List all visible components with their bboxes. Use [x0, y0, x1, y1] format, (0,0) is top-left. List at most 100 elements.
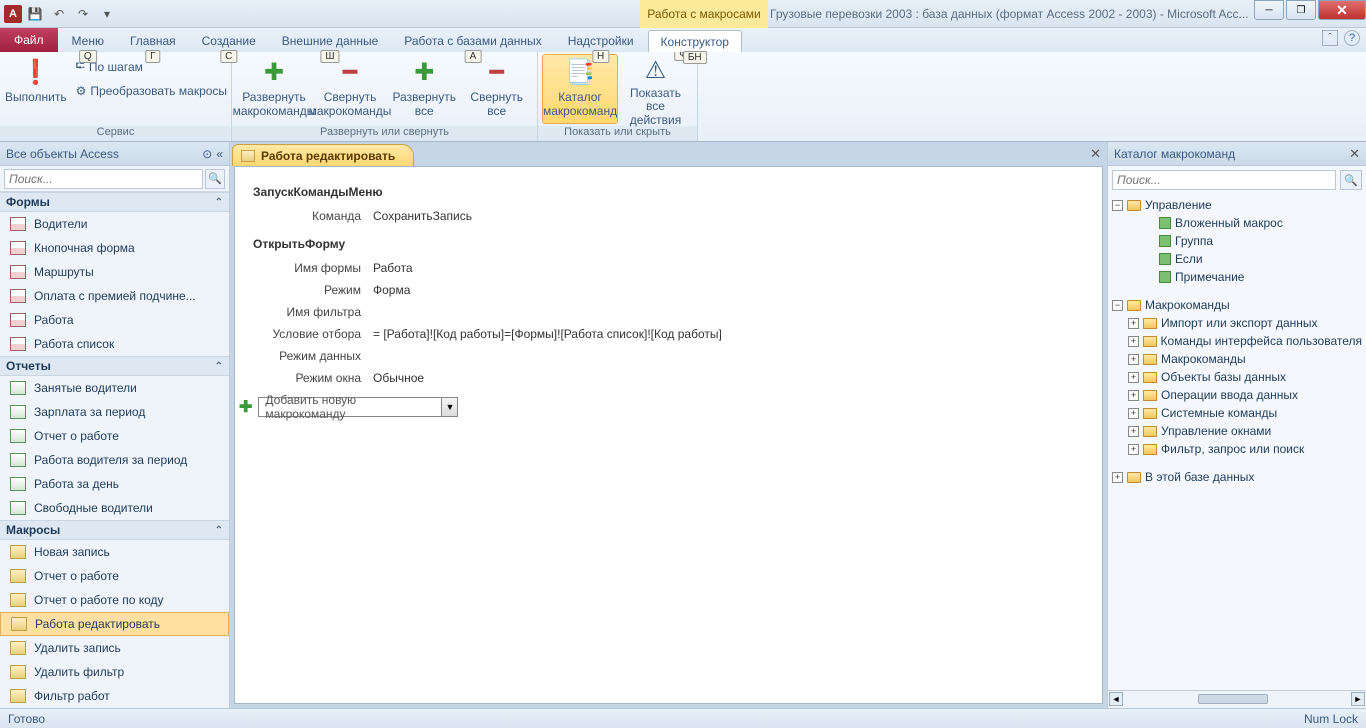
nav-group-header[interactable]: Макросы⌃ — [0, 520, 229, 540]
macro-param-row[interactable]: РежимФорма — [253, 279, 1084, 301]
tree-toggle-icon[interactable]: + — [1128, 354, 1139, 365]
nav-group-header[interactable]: Формы⌃ — [0, 192, 229, 212]
tree-subfolder[interactable]: +Системные команды — [1112, 404, 1362, 422]
expand-all-button[interactable]: ✚ Развернуть все — [388, 54, 461, 124]
add-action-placeholder: Добавить новую макрокоманду — [259, 393, 441, 421]
nav-item[interactable]: Зарплата за период — [0, 400, 229, 424]
tree-folder-macros[interactable]: −Макрокоманды — [1112, 296, 1362, 314]
tree-folder-control[interactable]: −Управление — [1112, 196, 1362, 214]
ribbon-tab[interactable]: НадстройкиН — [556, 30, 646, 52]
nav-item[interactable]: Кнопочная форма — [0, 236, 229, 260]
document-close-button[interactable]: ✕ — [1090, 146, 1101, 162]
nav-collapse-icon[interactable]: « — [216, 147, 223, 161]
dropdown-icon[interactable]: ▼ — [441, 398, 457, 416]
macro-param-row[interactable]: Имя фильтра — [253, 301, 1084, 323]
tree-subfolder[interactable]: +Операции ввода данных — [1112, 386, 1362, 404]
ribbon-tab[interactable]: МенюQ — [60, 30, 116, 52]
nav-item[interactable]: Маршруты — [0, 260, 229, 284]
run-button[interactable]: ❗ Выполнить — [4, 54, 68, 124]
collapse-actions-button[interactable]: ━ Свернуть макрокоманды — [312, 54, 388, 124]
scroll-right-icon[interactable]: ► — [1351, 692, 1365, 706]
close-button[interactable]: ✕ — [1318, 0, 1366, 20]
nav-item[interactable]: Фильтр работ — [0, 684, 229, 708]
nav-item[interactable]: Удалить запись — [0, 636, 229, 660]
macro-param-row[interactable]: Имя формыРабота — [253, 257, 1084, 279]
tree-toggle-icon[interactable]: + — [1128, 390, 1139, 401]
minimize-button[interactable]: ─ — [1254, 0, 1284, 20]
catalog-close-button[interactable]: ✕ — [1349, 146, 1360, 162]
document-tab[interactable]: Работа редактировать — [232, 144, 414, 166]
tree-subfolder[interactable]: +Фильтр, запрос или поиск — [1112, 440, 1362, 458]
qat-customize-button[interactable]: ▾ — [96, 3, 118, 25]
tree-subfolder[interactable]: +Объекты базы данных — [1112, 368, 1362, 386]
tree-toggle-icon[interactable]: + — [1128, 408, 1139, 419]
tree-toggle-icon[interactable]: + — [1128, 444, 1139, 455]
scroll-thumb[interactable] — [1198, 694, 1268, 704]
action-catalog-button[interactable]: 📑 Каталог макрокоманд — [542, 54, 618, 124]
collapse-all-icon: ━ — [481, 57, 513, 89]
ribbon-tab[interactable]: ГлавнаяГ — [118, 30, 188, 52]
tree-toggle-icon[interactable]: + — [1128, 426, 1139, 437]
tree-toggle-icon[interactable]: − — [1112, 200, 1123, 211]
ribbon-help-button[interactable]: ? — [1344, 30, 1360, 46]
nav-dropdown-icon[interactable]: ⊙ — [202, 147, 212, 161]
catalog-search-input[interactable] — [1112, 170, 1336, 190]
maximize-button[interactable]: ❐ — [1286, 0, 1316, 20]
scroll-left-icon[interactable]: ◄ — [1109, 692, 1123, 706]
file-tab[interactable]: Файл Ф — [0, 28, 58, 52]
macro-action-head[interactable]: ЗапускКомандыМеню — [253, 185, 1084, 199]
nav-item[interactable]: Работа список — [0, 332, 229, 356]
tree-toggle-icon[interactable]: + — [1128, 336, 1139, 347]
macro-param-row[interactable]: КомандаСохранитьЗапись — [253, 205, 1084, 227]
nav-item[interactable]: Отчет о работе — [0, 564, 229, 588]
nav-item[interactable]: Работа редактировать — [0, 612, 229, 636]
nav-item[interactable]: Свободные водители — [0, 496, 229, 520]
ribbon-minimize-button[interactable]: ˆ — [1322, 30, 1338, 46]
nav-item[interactable]: Работа водителя за период — [0, 448, 229, 472]
catalog-hscrollbar[interactable]: ◄ ► — [1108, 690, 1366, 708]
tree-subfolder[interactable]: +Команды интерфейса пользователя — [1112, 332, 1362, 350]
nav-search-button[interactable]: 🔍 — [205, 169, 225, 189]
tree-toggle-icon[interactable]: − — [1112, 300, 1123, 311]
nav-item[interactable]: Отчет о работе — [0, 424, 229, 448]
ribbon-tab[interactable]: Внешние данныеШ — [270, 30, 391, 52]
tree-subfolder[interactable]: +Импорт или экспорт данных — [1112, 314, 1362, 332]
tree-subfolder[interactable]: +Управление окнами — [1112, 422, 1362, 440]
macro-param-row[interactable]: Условие отбора= [Работа]![Код работы]=[Ф… — [253, 323, 1084, 345]
show-all-actions-button[interactable]: ⚠ Показать все действия — [618, 54, 693, 124]
tree-subfolder[interactable]: +Макрокоманды — [1112, 350, 1362, 368]
nav-item[interactable]: Оплата с премией подчине... — [0, 284, 229, 308]
qat-undo-button[interactable]: ↶ — [48, 3, 70, 25]
nav-item[interactable]: Удалить фильтр — [0, 660, 229, 684]
macro-param-row[interactable]: Режим данных — [253, 345, 1084, 367]
add-action-combo[interactable]: Добавить новую макрокоманду ▼ — [258, 397, 458, 417]
tree-toggle-icon[interactable]: + — [1128, 372, 1139, 383]
ribbon-tab[interactable]: КонструкторБН — [648, 30, 742, 52]
nav-item[interactable]: Работа — [0, 308, 229, 332]
tree-folder-db[interactable]: +В этой базе данных — [1112, 468, 1362, 486]
nav-group-header[interactable]: Отчеты⌃ — [0, 356, 229, 376]
nav-item[interactable]: Занятые водители — [0, 376, 229, 400]
convert-button[interactable]: ⚙Преобразовать макросы — [72, 80, 231, 102]
collapse-all-button[interactable]: ━ Свернуть все — [461, 54, 534, 124]
tree-item[interactable]: Примечание — [1112, 268, 1362, 286]
ribbon-tab[interactable]: Работа с базами данныхА — [392, 30, 553, 52]
nav-search-input[interactable] — [4, 169, 203, 189]
tree-item[interactable]: Если — [1112, 250, 1362, 268]
qat-redo-button[interactable]: ↷ — [72, 3, 94, 25]
macro-action-head[interactable]: ОткрытьФорму — [253, 237, 1084, 251]
ribbon-tab[interactable]: СозданиеС — [190, 30, 268, 52]
tree-toggle-icon[interactable]: + — [1112, 472, 1123, 483]
nav-item[interactable]: Работа за день — [0, 472, 229, 496]
tree-item[interactable]: Группа — [1112, 232, 1362, 250]
catalog-search-button[interactable]: 🔍 — [1340, 170, 1362, 190]
nav-item[interactable]: Новая запись — [0, 540, 229, 564]
qat-save-button[interactable]: 💾 — [24, 3, 46, 25]
macro-param-row[interactable]: Режим окнаОбычное — [253, 367, 1084, 389]
tree-item[interactable]: Вложенный макрос — [1112, 214, 1362, 232]
tree-toggle-icon[interactable]: + — [1128, 318, 1139, 329]
nav-item[interactable]: Отчет о работе по коду — [0, 588, 229, 612]
expand-actions-button[interactable]: ✚ Развернуть макрокоманды — [236, 54, 312, 124]
nav-header[interactable]: Все объекты Access ⊙ « — [0, 142, 229, 166]
nav-item[interactable]: Водители — [0, 212, 229, 236]
